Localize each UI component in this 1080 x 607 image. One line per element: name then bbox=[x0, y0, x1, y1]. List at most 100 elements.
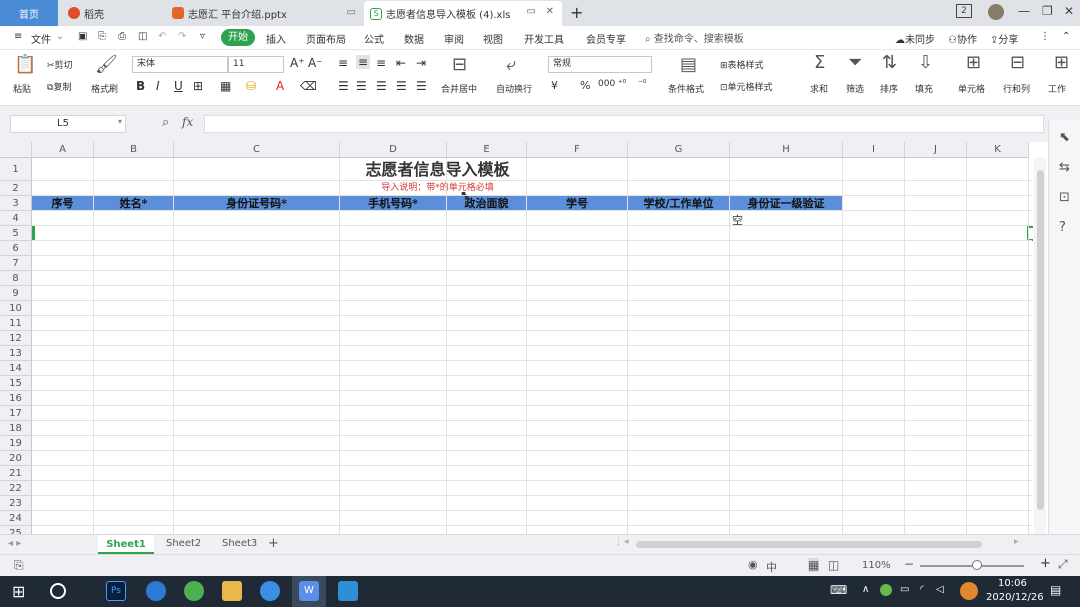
cell-pattern-icon[interactable]: ▦ bbox=[220, 79, 231, 93]
currency-icon[interactable]: ¥ bbox=[551, 79, 558, 92]
page-view-icon[interactable]: ◫ bbox=[828, 558, 839, 572]
font-grow-icon[interactable]: A⁺ bbox=[290, 56, 305, 70]
wifi-icon[interactable]: ◜ bbox=[920, 584, 924, 595]
tab-docer[interactable]: 稻壳 bbox=[62, 2, 162, 24]
quick-access-chevron-icon[interactable]: ▿ bbox=[200, 31, 205, 42]
underline-icon[interactable]: U bbox=[174, 79, 183, 93]
volume-icon[interactable]: ◁ bbox=[936, 584, 944, 595]
bold-icon[interactable]: B bbox=[136, 79, 145, 93]
multi-window-badge[interactable]: 2 bbox=[956, 4, 972, 18]
align-right-icon[interactable]: ☰ bbox=[376, 79, 387, 93]
row-col-icon[interactable]: ⊟ bbox=[1010, 52, 1025, 73]
decimal-decrease-icon[interactable]: ⁻⁰ bbox=[638, 79, 646, 89]
tab-close-icon[interactable]: ✕ bbox=[546, 6, 554, 17]
brush-icon[interactable]: 🖌 bbox=[95, 54, 118, 75]
undo-icon[interactable]: ↶ bbox=[158, 31, 166, 42]
decimal-increase-icon[interactable]: ⁺⁰ bbox=[618, 79, 626, 89]
macro-icon[interactable]: ⎘ bbox=[14, 558, 24, 573]
cell-style-button[interactable]: ⊡单元格样式 bbox=[720, 80, 773, 93]
col-header-j[interactable]: J bbox=[905, 142, 967, 158]
zoom-in-icon[interactable]: + bbox=[1040, 556, 1051, 571]
sync-status[interactable]: ☁未同步 bbox=[895, 31, 935, 46]
conditional-format-icon[interactable]: ▤ bbox=[680, 54, 697, 75]
browser-icon[interactable] bbox=[184, 581, 204, 601]
indent-increase-icon[interactable]: ⇥ bbox=[416, 56, 426, 70]
more-icon[interactable]: ⋮ bbox=[1040, 31, 1050, 42]
align-bottom-icon[interactable]: ≡ bbox=[376, 56, 386, 70]
distributed-icon[interactable]: ☰ bbox=[416, 79, 427, 93]
row-header[interactable]: 8 bbox=[0, 271, 32, 286]
close-button[interactable]: ✕ bbox=[1064, 4, 1074, 18]
number-format-select[interactable]: 常规 bbox=[548, 56, 652, 73]
zoom-search-icon[interactable]: ⌕ bbox=[162, 115, 169, 130]
row-header[interactable]: 14 bbox=[0, 361, 32, 376]
table-style-button[interactable]: ⊞表格样式 bbox=[720, 58, 764, 71]
windows-start-icon[interactable]: ⊞ bbox=[12, 582, 25, 601]
preview-icon[interactable]: ◫ bbox=[138, 31, 147, 42]
header-student-id[interactable]: 学号 bbox=[527, 196, 628, 211]
font-shrink-icon[interactable]: A⁻ bbox=[308, 56, 323, 70]
hscroll-left-icon[interactable]: ◂ bbox=[624, 537, 629, 547]
fx-icon[interactable]: fx bbox=[182, 115, 193, 129]
battery-icon[interactable]: ▭ bbox=[900, 584, 909, 595]
add-sheet-button[interactable]: + bbox=[268, 536, 279, 551]
col-header-e[interactable]: E bbox=[447, 142, 527, 158]
row-header[interactable]: 2 bbox=[0, 181, 32, 196]
name-box-chevron-icon[interactable]: ▾ bbox=[118, 117, 122, 126]
sheet-tab-3[interactable]: Sheet3 bbox=[222, 538, 257, 549]
paste-icon[interactable]: 📋 bbox=[14, 54, 36, 75]
row-header[interactable]: 11 bbox=[0, 316, 32, 331]
header-id-number[interactable]: 身份证号码* bbox=[174, 196, 340, 211]
header-id-verification[interactable]: 身份证一级验证 bbox=[730, 196, 843, 211]
row-header[interactable]: 16 bbox=[0, 391, 32, 406]
fill-icon[interactable]: ⇩ bbox=[918, 52, 933, 73]
zoom-out-icon[interactable]: − bbox=[904, 557, 914, 571]
col-header-d[interactable]: D bbox=[340, 142, 447, 158]
col-header-k[interactable]: K bbox=[967, 142, 1029, 158]
row-col-label[interactable]: 行和列 bbox=[1003, 82, 1030, 95]
feather-app-icon[interactable] bbox=[260, 581, 280, 601]
tab-view[interactable]: 视图 bbox=[483, 31, 503, 46]
col-header-c[interactable]: C bbox=[174, 142, 340, 158]
sheet-nav-icon[interactable]: ◂ ▸ bbox=[8, 538, 21, 549]
fill-color-icon[interactable]: ⛁ bbox=[246, 79, 256, 93]
select-all-corner[interactable] bbox=[0, 142, 32, 158]
row-header[interactable]: 5 bbox=[0, 226, 32, 241]
indent-decrease-icon[interactable]: ⇤ bbox=[396, 56, 406, 70]
tray-app-icon[interactable] bbox=[880, 584, 892, 596]
thousands-icon[interactable]: 000 bbox=[598, 79, 615, 89]
tray-up-icon[interactable]: ∧ bbox=[862, 584, 869, 595]
print-icon[interactable]: ⎙ bbox=[118, 31, 126, 42]
row-header[interactable]: 10 bbox=[0, 301, 32, 316]
tab-home[interactable]: 首页 bbox=[0, 0, 58, 26]
sheet-title[interactable]: 志愿者信息导入模板 bbox=[32, 158, 843, 181]
header-name[interactable]: 姓名* bbox=[94, 196, 174, 211]
wps-icon[interactable]: W bbox=[299, 581, 319, 601]
help-icon[interactable]: ? bbox=[1059, 220, 1066, 235]
italic-icon[interactable]: I bbox=[156, 79, 160, 93]
col-header-g[interactable]: G bbox=[628, 142, 730, 158]
command-search[interactable]: ⌕ 查找命令、搜索模板 bbox=[645, 30, 744, 45]
tab-page-layout[interactable]: 页面布局 bbox=[306, 31, 346, 46]
worksheet-icon[interactable]: ⊞ bbox=[1054, 52, 1069, 73]
format-painter-label[interactable]: 格式刷 bbox=[91, 82, 118, 95]
photoshop-icon[interactable]: Ps bbox=[106, 581, 126, 601]
header-serial-no[interactable]: 序号 bbox=[32, 196, 94, 211]
ime-indicator[interactable]: 中 bbox=[766, 559, 777, 575]
tab-review[interactable]: 审阅 bbox=[444, 31, 464, 46]
justify-icon[interactable]: ☰ bbox=[396, 79, 407, 93]
horizontal-scroll-thumb[interactable] bbox=[636, 541, 982, 548]
row-header[interactable]: 23 bbox=[0, 496, 32, 511]
row-header[interactable]: 19 bbox=[0, 436, 32, 451]
chevron-down-icon[interactable]: ⌄ bbox=[56, 31, 64, 42]
fill-label[interactable]: 填充 bbox=[915, 82, 933, 95]
sort-label[interactable]: 排序 bbox=[880, 82, 898, 95]
row-header[interactable]: 21 bbox=[0, 466, 32, 481]
align-center-icon[interactable]: ☰ bbox=[356, 79, 367, 93]
row-header[interactable]: 7 bbox=[0, 256, 32, 271]
col-header-h[interactable]: H bbox=[730, 142, 843, 158]
merge-center-label[interactable]: 合并居中 bbox=[441, 82, 477, 95]
tab-start[interactable]: 开始 bbox=[221, 29, 255, 46]
filter-icon[interactable]: ⏷ bbox=[848, 52, 862, 73]
app-icon[interactable] bbox=[338, 581, 358, 601]
